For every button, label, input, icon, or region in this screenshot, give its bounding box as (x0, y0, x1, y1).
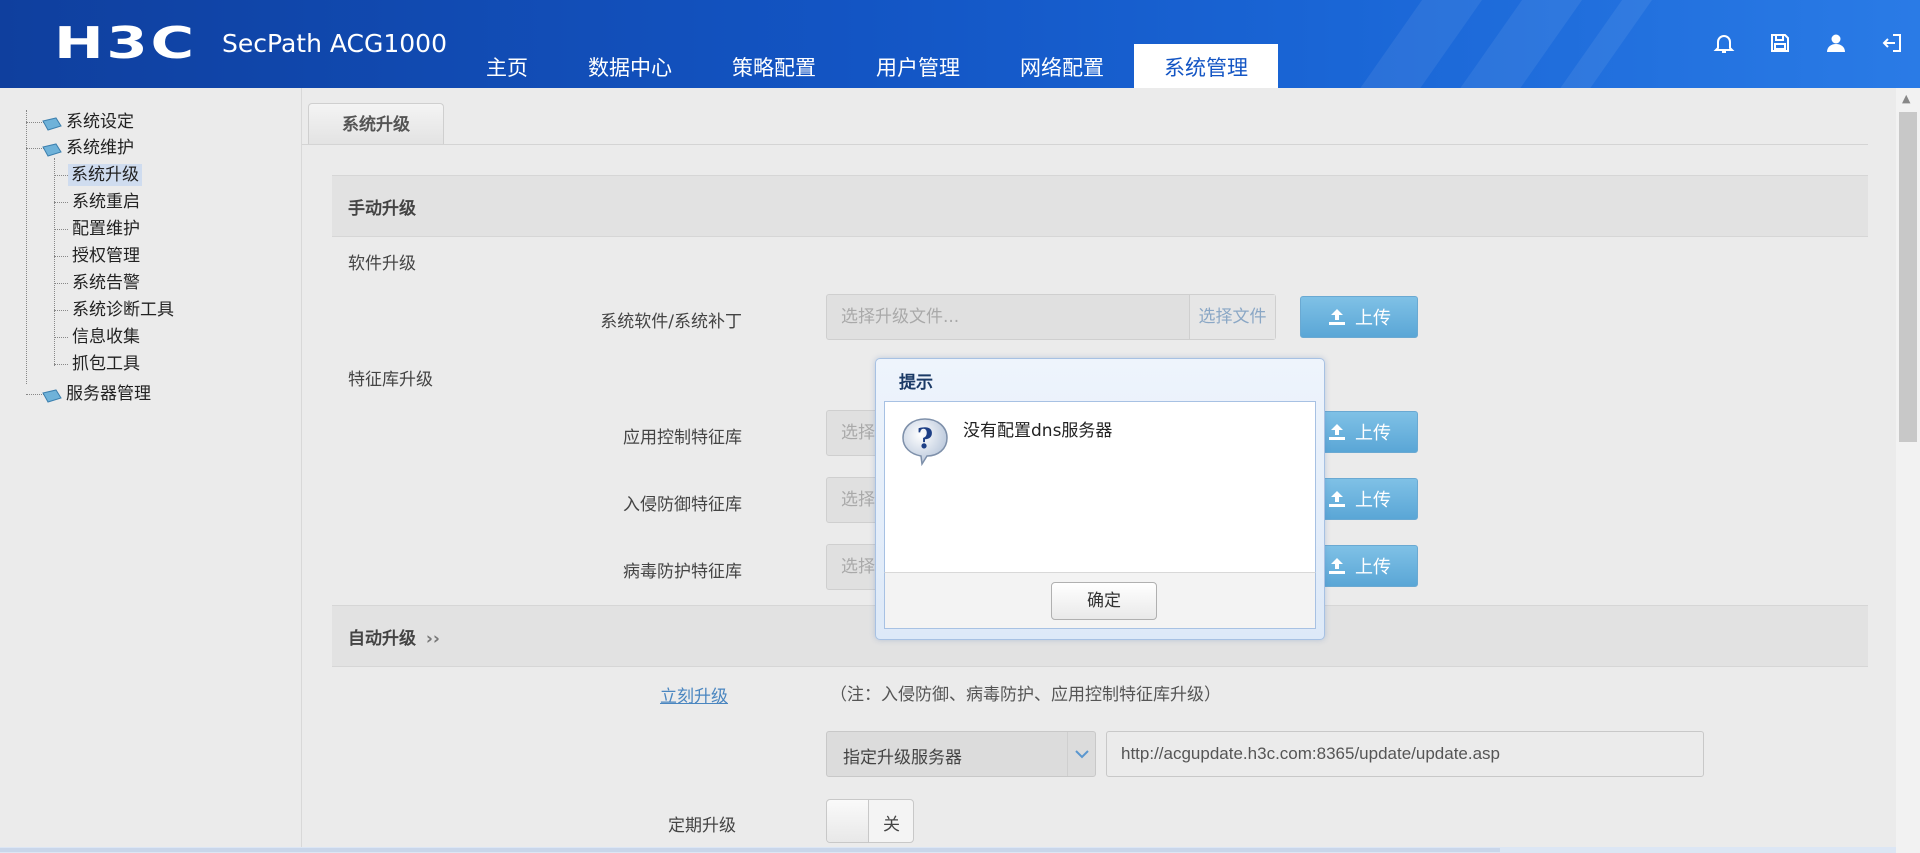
tree-line (54, 202, 68, 203)
ok-button[interactable]: 确定 (1051, 582, 1157, 620)
nav-user-management[interactable]: 用户管理 (846, 44, 990, 88)
nav-tree: 系统设定 系统维护 系统升级 系统重启 配置维护 授权管理 系统告警 系统诊断工… (0, 88, 302, 853)
upload-icon (1329, 424, 1345, 440)
dialog-footer: 确定 (884, 572, 1316, 629)
nav-data-center[interactable]: 数据中心 (558, 44, 702, 88)
periodic-upgrade-label: 定期升级 (668, 816, 736, 836)
upload-label: 上传 (1355, 308, 1391, 329)
tree-item-packet-capture[interactable]: 抓包工具 (72, 353, 140, 375)
periodic-upgrade-toggle[interactable]: 关 (826, 799, 914, 843)
upgrade-now-link[interactable]: 立刻升级 (660, 682, 728, 707)
signature-upgrade-title: 特征库升级 (348, 370, 433, 390)
folder-icon (42, 141, 62, 157)
product-name: SecPath ACG1000 (222, 29, 447, 58)
tree-item-system-restart[interactable]: 系统重启 (72, 191, 140, 213)
tab-divider (302, 144, 1868, 145)
alert-dialog: 提示 ? 没有配置dns服务器 确定 (875, 358, 1325, 640)
tree-item-system-alarm[interactable]: 系统告警 (72, 272, 140, 294)
tree-item-license-management[interactable]: 授权管理 (72, 245, 140, 267)
tab-system-upgrade[interactable]: 系统升级 (308, 103, 444, 144)
dialog-title: 提示 (899, 373, 933, 393)
horizontal-scrollbar[interactable] (0, 847, 1896, 853)
header-toolbar (1696, 28, 1920, 58)
software-upgrade-title: 软件升级 (348, 254, 416, 274)
dialog-body: ? 没有配置dns服务器 (884, 401, 1316, 572)
nav-policy-config[interactable]: 策略配置 (702, 44, 846, 88)
upload-button[interactable]: 上传 (1300, 296, 1418, 338)
svg-text:?: ? (917, 422, 933, 455)
folder-icon (42, 387, 62, 403)
scrollbar-thumb[interactable] (0, 848, 1500, 852)
tree-line (54, 175, 68, 176)
nav-network-config[interactable]: 网络配置 (990, 44, 1134, 88)
auto-upgrade-title-text: 自动升级 (348, 629, 416, 649)
upload-label: 上传 (1355, 557, 1391, 578)
tree-item-system-settings[interactable]: 系统设定 (66, 111, 134, 133)
upgrade-server-url-input[interactable]: http://acgupdate.h3c.com:8365/update/upd… (1106, 731, 1704, 777)
user-icon[interactable] (1808, 28, 1864, 58)
dialog-message: 没有配置dns服务器 (963, 421, 1113, 441)
main-nav: 主页 数据中心 策略配置 用户管理 网络配置 系统管理 (456, 44, 1278, 88)
app-control-signature-label: 应用控制特征库 (623, 428, 742, 448)
upload-label: 上传 (1355, 423, 1391, 444)
auto-upgrade-title: 自动升级 ›› (348, 624, 440, 649)
nav-system-management[interactable]: 系统管理 (1134, 44, 1278, 88)
toggle-knob (827, 800, 869, 842)
brand-logo: H3C (54, 18, 197, 69)
nav-home[interactable]: 主页 (456, 44, 558, 88)
tree-item-info-collection[interactable]: 信息收集 (72, 326, 140, 348)
upgrade-server-value: 指定升级服务器 (843, 748, 962, 768)
tree-item-diagnostic-tools[interactable]: 系统诊断工具 (72, 299, 174, 321)
tree-line (54, 283, 68, 284)
tree-item-system-upgrade[interactable]: 系统升级 (68, 164, 142, 186)
upload-label: 上传 (1355, 490, 1391, 511)
question-icon: ? (900, 416, 950, 467)
upload-icon (1329, 491, 1345, 507)
manual-upgrade-header: 手动升级 (332, 175, 1868, 237)
toggle-state-label: 关 (883, 815, 900, 835)
bell-icon[interactable] (1696, 28, 1752, 58)
manual-upgrade-title: 手动升级 (348, 199, 416, 219)
folder-icon (42, 115, 62, 131)
upgrade-note: （注：入侵防御、病毒防护、应用控制特征库升级） (830, 685, 1221, 705)
tree-line (54, 229, 68, 230)
tree-line (54, 337, 68, 338)
system-software-label: 系统软件/系统补丁 (600, 312, 742, 332)
scroll-up-icon[interactable]: ▲ (1902, 92, 1910, 105)
file-placeholder: 选择升级文件... (841, 307, 960, 327)
scrollbar-thumb[interactable] (1899, 112, 1917, 442)
expand-chevron-icon[interactable]: ›› (426, 629, 440, 649)
tree-line (54, 158, 55, 366)
tree-line (26, 110, 27, 384)
ips-signature-label: 入侵防御特征库 (623, 495, 742, 515)
tree-item-system-maintenance[interactable]: 系统维护 (66, 137, 134, 159)
upload-icon (1329, 558, 1345, 574)
tree-line (54, 364, 68, 365)
chevron-down-icon[interactable] (1067, 732, 1095, 776)
upgrade-server-select[interactable]: 指定升级服务器 (826, 731, 1096, 777)
antivirus-signature-label: 病毒防护特征库 (623, 562, 742, 582)
tree-item-server-management[interactable]: 服务器管理 (66, 383, 151, 405)
tree-line (54, 310, 68, 311)
choose-file-button[interactable]: 选择文件 (1189, 295, 1275, 339)
logout-icon[interactable] (1864, 28, 1920, 58)
save-icon[interactable] (1752, 28, 1808, 58)
top-header: H3C SecPath ACG1000 主页 数据中心 策略配置 用户管理 网络… (0, 0, 1920, 88)
system-software-file-input[interactable]: 选择升级文件... 选择文件 (826, 294, 1276, 340)
tree-line (54, 256, 68, 257)
vertical-scrollbar[interactable]: ▲ (1896, 88, 1920, 853)
upload-icon (1329, 309, 1345, 325)
tree-item-config-maintenance[interactable]: 配置维护 (72, 218, 140, 240)
